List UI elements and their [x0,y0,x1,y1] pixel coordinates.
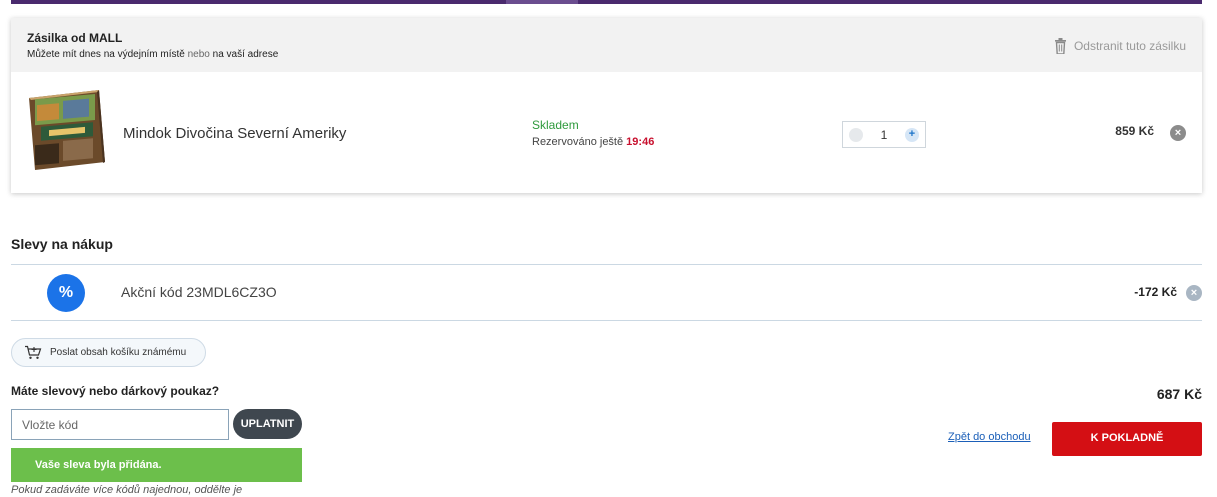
checkout-button[interactable]: K POKLADNĚ [1052,422,1202,456]
remove-item-close-icon[interactable]: × [1170,125,1186,141]
remove-discount-close-icon[interactable]: × [1186,285,1202,301]
reservation-timer: Rezervováno ještě 19:46 [532,136,654,148]
remove-shipment-button[interactable]: Odstranit tuto zásilku [1054,38,1186,54]
top-brand-bar [11,0,1202,4]
shipment-subtitle-or: nebo [187,49,210,60]
shipment-subtitle-a: Můžete mít dnes na výdejním místě [27,49,185,60]
shipment-header: Zásilka od MALL Můžete mít dnes na výdej… [11,18,1202,72]
voucher-question: Máte slevový nebo dárkový poukaz? [11,384,220,398]
shipment-subtitle: Můžete mít dnes na výdejním místě nebo n… [27,49,278,60]
voucher-success-message: Vaše sleva byla přidána. [11,448,302,482]
increase-quantity-button[interactable]: + [905,128,919,142]
discounts-heading: Slevy na nákup [11,236,113,252]
voucher-hint: Pokud zadáváte více kódů najednou, odděl… [11,484,243,496]
order-total: 687 Kč [1156,386,1202,402]
discount-row: % Akční kód 23MDL6CZ3O -172 Kč × [11,264,1202,321]
shipment-card: Zásilka od MALL Můžete mít dnes na výdej… [11,18,1202,193]
voucher-code-input[interactable] [11,409,229,440]
send-cart-button[interactable]: Poslat obsah košíku známému [11,338,206,367]
stock-status: Skladem [532,118,579,132]
item-price: 859 Kč [1115,124,1154,138]
remove-shipment-label: Odstranit tuto zásilku [1073,39,1186,53]
shipment-subtitle-b: na vaší adrese [212,49,279,60]
send-cart-label: Poslat obsah košíku známému [50,347,187,358]
discount-amount: -172 Kč [1134,285,1177,299]
cart-item: Mindok Divočina Severní Ameriky Skladem … [11,72,1202,193]
cart-icon [25,345,42,359]
back-to-shop-link[interactable]: Zpět do obchodu [948,431,1031,443]
product-name[interactable]: Mindok Divočina Severní Ameriky [123,125,346,142]
shipment-title: Zásilka od MALL [27,31,123,45]
discount-code-label: Akční kód 23MDL6CZ3O [121,284,277,300]
product-image[interactable] [27,88,107,172]
top-bar-highlight [506,0,578,4]
trash-icon [1054,38,1066,54]
percent-icon: % [47,274,85,312]
apply-voucher-button[interactable]: UPLATNIT [233,409,302,439]
reservation-label: Rezervováno ještě [532,136,624,148]
reservation-time: 19:46 [626,136,655,148]
quantity-stepper: − 1 + [842,121,926,148]
